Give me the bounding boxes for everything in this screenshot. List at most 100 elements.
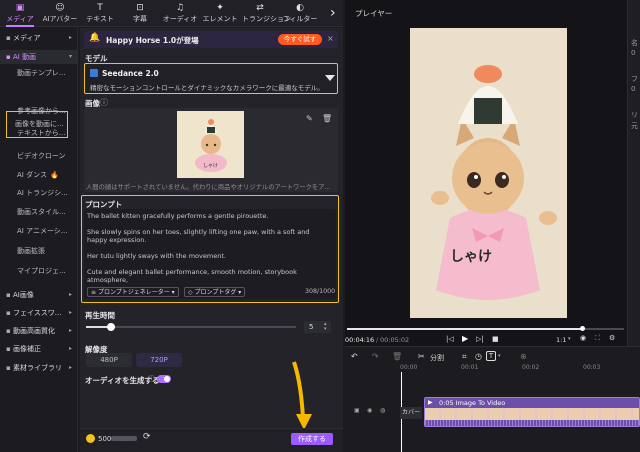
player-title: プレイヤー (355, 9, 393, 18)
cover-label[interactable]: カバー (400, 407, 422, 419)
sidebar-item-label: メディア (12, 34, 41, 42)
info-icon[interactable]: ⓘ (148, 374, 155, 384)
close-icon[interactable]: × (327, 34, 334, 43)
tab-audio[interactable]: ♫ オーディオ (162, 0, 198, 27)
snapshot-icon[interactable]: ◉ (580, 334, 586, 342)
video-frame[interactable]: しゃけ (410, 28, 567, 318)
video-clip[interactable]: 0:05 Image To Video ▶ (424, 397, 640, 427)
ratio-chevron-icon[interactable]: ▾ (568, 336, 571, 342)
tab-element[interactable]: ✦ エレメント (202, 0, 238, 27)
sidebar-item[interactable]: AI アニメーシ... (0, 224, 78, 238)
create-button[interactable]: 作成する (291, 433, 333, 445)
prompt-line (87, 244, 331, 252)
split-icon[interactable]: ✂ (418, 352, 425, 361)
sidebar-item[interactable]: ▪ フェイススワ... ▸ (0, 306, 78, 320)
sidebar-item[interactable]: テキストから... (0, 126, 78, 140)
prompt-tag-button[interactable]: ◇ プロンプトタグ ▾ (184, 287, 246, 297)
sidebar-item[interactable]: 動画拡張 (0, 244, 78, 258)
sidebar-item[interactable]: AI トランジシ... (0, 186, 78, 200)
uploaded-image-thumbnail[interactable]: しゃけ (177, 111, 244, 178)
chevron-icon: ▸ (68, 345, 72, 352)
resolution-720p[interactable]: 720P (136, 353, 182, 367)
marker-icon[interactable]: ⊕ (520, 352, 527, 361)
model-selector[interactable]: Seedance 2.0 精密なモーションコントロールとダイナミックなカメラワー… (84, 63, 338, 94)
prompt-line: Cute and elegant ballet performance, smo… (87, 268, 297, 284)
fire-icon: 🔥 (49, 171, 59, 179)
resolution-480p[interactable]: 480P (86, 353, 132, 367)
settings-icon[interactable]: ⚙ (609, 334, 615, 342)
duration-slider[interactable] (86, 323, 296, 331)
split-label[interactable]: 分割 (430, 353, 444, 363)
delete-icon[interactable]: 🗑 (322, 114, 332, 123)
property-text: 元 (631, 122, 638, 130)
credits-bar (111, 436, 137, 441)
text-tool-icon[interactable]: T (486, 351, 496, 361)
playback-progress[interactable] (347, 326, 624, 331)
sidebar-item-label: AI トランジシ... (17, 189, 68, 197)
annotation-arrow (292, 361, 312, 430)
info-icon[interactable]: ⓘ (100, 97, 108, 108)
more-tabs-arrow[interactable]: › (330, 5, 336, 21)
sidebar-item[interactable]: 動画テンプレ... (0, 66, 78, 80)
redo-icon[interactable]: ↷ (372, 352, 379, 361)
sidebar-item[interactable]: 動画スタイル... (0, 205, 78, 219)
time-separator: / (376, 336, 379, 344)
stop-icon[interactable]: ■ (492, 335, 499, 343)
tab-transition[interactable]: ⇄ トランジション (242, 0, 291, 27)
transition-icon: ⇄ (256, 3, 264, 13)
kitten-video-frame-art (431, 65, 557, 300)
tab-media[interactable]: ▣ メディア (2, 0, 38, 27)
folder-icon: ▪ (6, 327, 13, 335)
property-text: リ (631, 111, 638, 119)
sidebar-item[interactable]: ビデオクローン (0, 149, 78, 163)
sidebar-item[interactable]: ▪ AI画像 ▸ (0, 288, 78, 302)
next-frame-icon[interactable]: ▷| (476, 335, 484, 343)
image-upload-area[interactable]: しゃけ ✎ 🗑 人間の顔はサポートされていません。代わりに商品やオリジナルのアー… (84, 108, 338, 192)
sidebar-item[interactable]: ▪ メディア ▸ (0, 31, 78, 45)
tab-text[interactable]: T テキスト (82, 0, 118, 27)
model-name: Seedance 2.0 (102, 69, 159, 78)
toggle-knob (164, 376, 170, 382)
timer-icon[interactable]: ◷ (475, 352, 482, 361)
prompt-textarea[interactable]: The ballet kitten gracefully performs a … (84, 209, 336, 299)
duration-input[interactable]: 5 ▴ ▾ (304, 321, 331, 333)
clip-thumbnails (425, 408, 639, 420)
media-icon: ▣ (15, 3, 25, 13)
play-icon[interactable]: ▶ (462, 334, 468, 343)
text-tool-chevron-icon[interactable]: ▾ (498, 353, 501, 359)
edit-icon[interactable]: ✎ (306, 114, 313, 123)
crop-icon[interactable]: ⌗ (462, 352, 467, 362)
face-warning-text: 人間の顔はサポートされていません。代わりに商品やオリジナルのアートワークをア..… (86, 184, 331, 191)
track-audio-icon[interactable]: ◍ (380, 407, 385, 414)
sidebar-item[interactable]: マイプロジェ... (0, 264, 78, 278)
sidebar-item[interactable]: ▪ 画像補正 ▸ (0, 342, 78, 356)
subtitle-icon: ⊡ (136, 3, 144, 13)
chevron-icon: ▾ (68, 53, 72, 60)
refresh-icon[interactable]: ⟳ (143, 432, 151, 442)
stepper-icon[interactable]: ▴ ▾ (324, 322, 327, 332)
tab-subtitle[interactable]: ⊡ 字幕 (122, 0, 158, 27)
fullscreen-icon[interactable]: ⛶ (595, 334, 600, 343)
prompt-generator-button[interactable]: ≡ プロンプトジェネレーター ▾ (87, 287, 179, 297)
timeline-ruler: 00:00 00:01 00:02 00:03 (400, 364, 640, 374)
audio-toggle[interactable] (157, 375, 171, 383)
property-text: 名 (631, 39, 638, 47)
banner-text: Happy Horse 1.0が登場 (106, 36, 199, 45)
try-now-button[interactable]: 今すぐ試す (278, 34, 322, 45)
tab-label: オーディオ (162, 15, 198, 23)
ruler-tick: 00:01 (461, 364, 479, 371)
delete-clip-icon[interactable]: 🗑 (392, 352, 402, 361)
tab-ai-avatar[interactable]: ☺ AIアバター (42, 0, 78, 27)
sidebar-item[interactable]: ▪ AI 動画 ▾ (0, 50, 78, 64)
prev-frame-icon[interactable]: |◁ (446, 335, 454, 343)
tab-label: トランジション (242, 15, 291, 23)
sidebar-item[interactable]: ▪ 動画高画質化 ▸ (0, 324, 78, 338)
track-lock-icon[interactable]: ▣ (354, 407, 360, 414)
sidebar-item[interactable]: AI ダンス 🔥 (0, 168, 78, 182)
aspect-ratio[interactable]: 1:1 (556, 336, 566, 344)
sidebar-item[interactable]: 参考画像から... (0, 104, 78, 118)
track-visibility-icon[interactable]: ◉ (367, 407, 372, 414)
sidebar-item[interactable]: ▪ 素材ライブラリ ▸ (0, 361, 78, 375)
undo-icon[interactable]: ↶ (351, 352, 358, 361)
tab-filter[interactable]: ◐ フィルター (282, 0, 318, 27)
